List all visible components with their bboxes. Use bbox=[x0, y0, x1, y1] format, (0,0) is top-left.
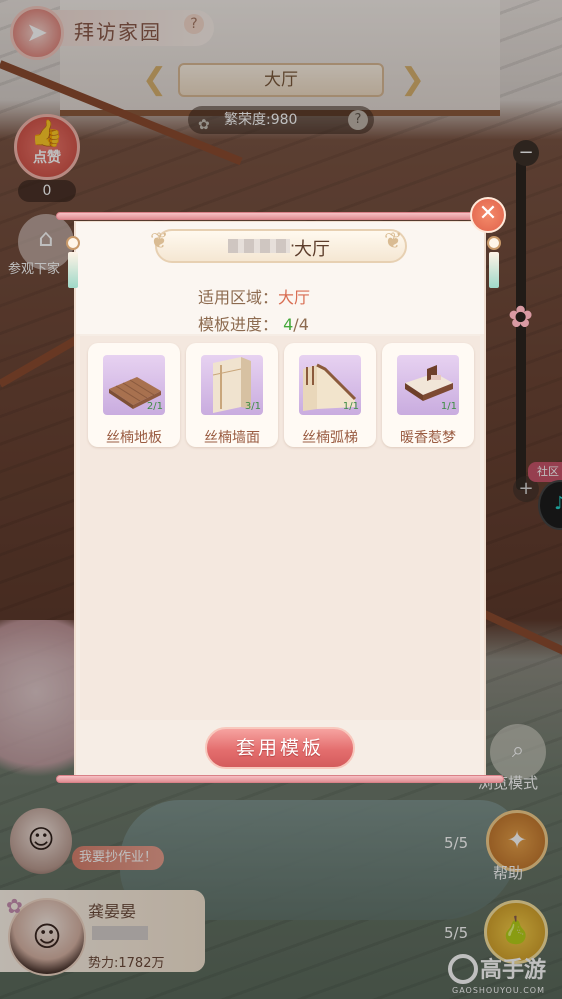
modal-title: 大厅 bbox=[294, 239, 330, 260]
apply-template-button[interactable]: 套用模板 bbox=[205, 727, 355, 769]
template-item-card[interactable]: 1/1 暖香惹梦 bbox=[382, 343, 474, 447]
scroll-curl-icon: ❦ bbox=[150, 229, 169, 254]
obscured-owner-name bbox=[228, 239, 290, 253]
close-button[interactable]: ✕ bbox=[470, 197, 506, 233]
item-count: 2/1 bbox=[146, 401, 163, 412]
progress-total: /4 bbox=[293, 315, 309, 334]
template-item-card[interactable]: 2/1 丝楠地板 bbox=[88, 343, 180, 447]
item-count: 1/1 bbox=[342, 401, 359, 412]
progress-label: 模板进度： bbox=[198, 315, 279, 334]
item-count: 1/1 bbox=[440, 401, 457, 412]
item-name: 丝楠墙面 bbox=[204, 430, 260, 446]
scroll-knob-icon bbox=[66, 236, 80, 250]
scroll-rod-top bbox=[56, 212, 504, 220]
item-name: 丝楠弧梯 bbox=[302, 430, 358, 446]
template-item-card[interactable]: 1/1 丝楠弧梯 bbox=[284, 343, 376, 447]
item-name: 暖香惹梦 bbox=[400, 430, 456, 446]
flower-decoration-icon: ✿ bbox=[508, 300, 534, 335]
scroll-curl-icon: ❦ bbox=[384, 229, 403, 254]
progress-current: 4 bbox=[283, 315, 294, 334]
area-row: 适用区域：大厅 bbox=[198, 284, 310, 308]
close-icon: ✕ bbox=[478, 201, 498, 226]
tassel-icon bbox=[489, 252, 499, 288]
progress-row: 模板进度： 4/4 bbox=[198, 311, 309, 335]
tassel-icon bbox=[68, 252, 78, 288]
area-label: 适用区域： bbox=[198, 288, 279, 307]
item-name: 丝楠地板 bbox=[106, 430, 162, 446]
template-item-card[interactable]: 3/1 丝楠墙面 bbox=[186, 343, 278, 447]
scroll-knob-icon bbox=[487, 236, 501, 250]
item-count: 3/1 bbox=[244, 401, 261, 412]
area-value: 大厅 bbox=[278, 288, 311, 307]
scroll-rod-bottom bbox=[56, 775, 504, 783]
